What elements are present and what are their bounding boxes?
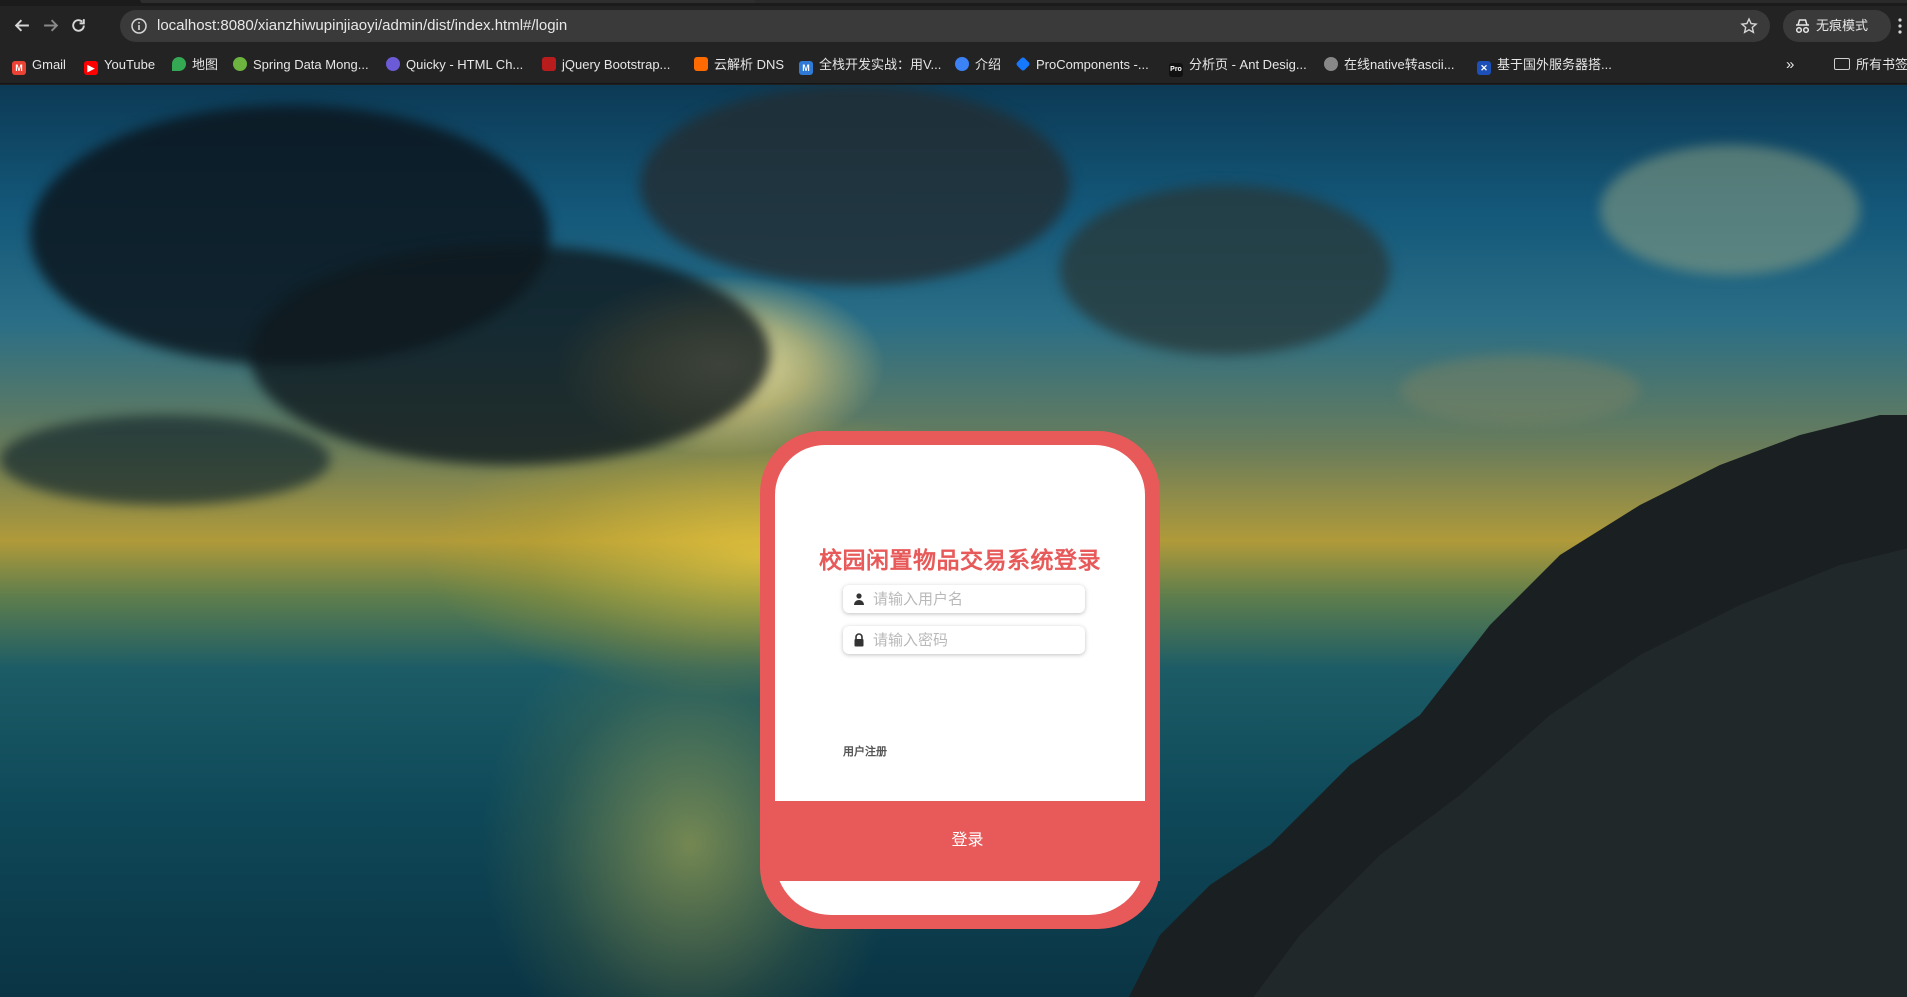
- bookmark-native-ascii[interactable]: 在线native转ascii...: [1324, 55, 1455, 75]
- youtube-icon: ▶: [84, 61, 98, 75]
- flag-icon: ✕: [1477, 61, 1491, 75]
- browser-toolbar: localhost:8080/xianzhiwupinjiaoyi/admin/…: [0, 6, 1907, 46]
- cloud-shape: [0, 415, 330, 505]
- page-viewport: 校园闲置物品交易系统登录 用户注册 登录: [0, 85, 1907, 997]
- username-input[interactable]: [873, 585, 1078, 613]
- cloud-shape: [1060, 185, 1390, 355]
- intro-icon: [955, 57, 969, 71]
- dns-icon: [694, 57, 708, 71]
- maps-icon: [172, 57, 186, 71]
- forward-arrow-icon: [43, 19, 58, 32]
- site-info-icon[interactable]: [130, 17, 148, 35]
- username-field[interactable]: [843, 585, 1085, 613]
- bookmark-quicky[interactable]: Quicky - HTML Ch...: [386, 55, 523, 75]
- incognito-indicator[interactable]: 无痕模式: [1783, 10, 1891, 42]
- cloud-shape: [1600, 145, 1860, 275]
- coastal-cliff: [1129, 415, 1907, 997]
- cloud-shape: [250, 245, 770, 465]
- back-button[interactable]: [8, 12, 36, 40]
- browser-menu-icon[interactable]: [1893, 16, 1907, 36]
- bookmarks-overflow-button[interactable]: »: [1786, 55, 1794, 75]
- bookmark-procomponents[interactable]: ProComponents -...: [1015, 55, 1149, 75]
- bookmark-youtube[interactable]: ▶ YouTube: [84, 55, 155, 75]
- register-link[interactable]: 用户注册: [843, 743, 887, 759]
- bookmark-dns[interactable]: 云解析 DNS: [694, 55, 784, 75]
- reload-icon: [71, 19, 85, 32]
- cloud-shape: [640, 85, 1070, 285]
- bookmark-gmail[interactable]: M Gmail: [12, 55, 66, 75]
- m-icon: M: [799, 61, 813, 75]
- login-form: 校园闲置物品交易系统登录 用户注册: [775, 445, 1145, 801]
- forward-button[interactable]: [36, 12, 64, 40]
- pro-icon: Pro: [1169, 63, 1183, 77]
- url-text[interactable]: localhost:8080/xianzhiwupinjiaoyi/admin/…: [157, 10, 567, 42]
- lock-icon: [854, 633, 864, 647]
- bookmark-spring-data[interactable]: Spring Data Mong...: [233, 55, 369, 75]
- inactive-tab-area: [755, 0, 1907, 3]
- bookmark-maps[interactable]: 地图: [172, 55, 218, 75]
- user-icon: [854, 593, 864, 605]
- password-input[interactable]: [873, 626, 1078, 654]
- bookmark-jquery-bootstrap[interactable]: jQuery Bootstrap...: [542, 55, 670, 75]
- bookmark-ant-design[interactable]: Pro 分析页 - Ant Desig...: [1169, 55, 1307, 77]
- login-button[interactable]: 登录: [775, 801, 1160, 881]
- gmail-icon: M: [12, 61, 26, 75]
- password-field[interactable]: [843, 626, 1085, 654]
- incognito-label: 无痕模式: [1816, 18, 1869, 33]
- all-bookmarks-button[interactable]: 所有书签: [1834, 55, 1907, 75]
- bookmarks-bar: M Gmail ▶ YouTube 地图 Spring Data Mong... Q…: [0, 46, 1907, 84]
- login-title: 校园闲置物品交易系统登录: [819, 548, 1101, 574]
- bookmark-fullstack[interactable]: M 全栈开发实战：用V...: [799, 55, 941, 75]
- bookmark-intro[interactable]: 介绍: [955, 55, 1001, 75]
- bookmark-server[interactable]: ✕ 基于国外服务器搭...: [1477, 55, 1612, 75]
- login-card: 校园闲置物品交易系统登录 用户注册 登录: [760, 431, 1160, 929]
- globe-icon: [1324, 57, 1338, 71]
- bookmark-star-icon[interactable]: [1740, 17, 1758, 35]
- spring-icon: [233, 57, 247, 71]
- incognito-icon: [1795, 19, 1810, 34]
- reload-button[interactable]: [64, 12, 92, 40]
- back-arrow-icon: [14, 19, 29, 32]
- address-bar[interactable]: localhost:8080/xianzhiwupinjiaoyi/admin/…: [120, 10, 1770, 42]
- jquery-icon: [542, 57, 556, 71]
- quicky-icon: [386, 57, 400, 71]
- active-tab[interactable]: [140, 0, 780, 3]
- procomponents-icon: [1015, 56, 1031, 72]
- folder-icon: [1834, 58, 1850, 70]
